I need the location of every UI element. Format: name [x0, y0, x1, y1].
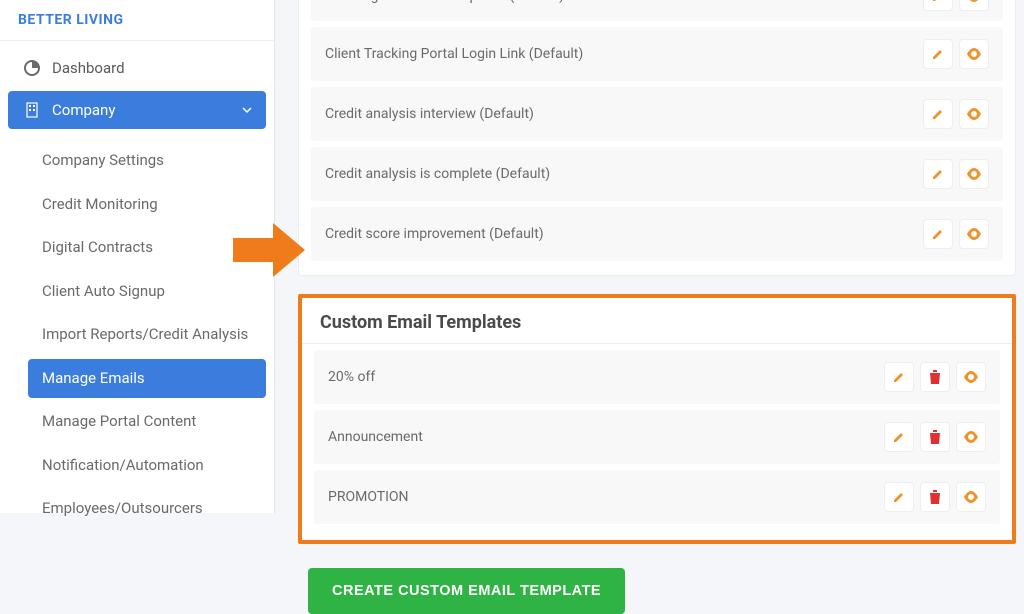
dashboard-icon — [22, 60, 42, 76]
building-icon — [22, 102, 42, 118]
custom-templates-title: Custom Email Templates — [302, 298, 1012, 344]
sidebar-item-notification-automation[interactable]: Notification/Automation — [28, 446, 266, 486]
sidebar-item-import-reports[interactable]: Import Reports/Credit Analysis — [28, 315, 266, 355]
sidebar-item-client-auto-signup[interactable]: Client Auto Signup — [28, 272, 266, 312]
nav-company[interactable]: Company — [8, 91, 266, 129]
template-name: Can't log into the client portal (Defaul… — [325, 0, 564, 4]
sidebar-item-company-settings[interactable]: Company Settings — [28, 141, 266, 181]
sidebar-item-credit-monitoring[interactable]: Credit Monitoring — [28, 185, 266, 225]
annotation-arrow-icon — [233, 223, 305, 281]
default-templates-panel: Can't log into the client portal (Defaul… — [298, 0, 1016, 276]
table-row: Can't log into the client portal (Defaul… — [311, 0, 1003, 21]
table-row: Credit score improvement (Default) — [311, 207, 1003, 261]
template-name: Client Tracking Portal Login Link (Defau… — [325, 46, 583, 62]
template-name: Announcement — [328, 429, 423, 445]
main-content: Can't log into the client portal (Defaul… — [290, 0, 1024, 513]
sidebar-item-manage-emails[interactable]: Manage Emails — [28, 359, 266, 399]
view-button[interactable] — [959, 159, 989, 189]
delete-button[interactable] — [920, 422, 950, 452]
edit-button[interactable] — [923, 39, 953, 69]
view-button[interactable] — [959, 219, 989, 249]
template-name: Credit analysis is complete (Default) — [325, 166, 550, 182]
view-button[interactable] — [956, 362, 986, 392]
view-button[interactable] — [959, 99, 989, 129]
chevron-down-icon — [242, 101, 252, 119]
edit-button[interactable] — [884, 362, 914, 392]
template-name: Credit score improvement (Default) — [325, 226, 544, 242]
view-button[interactable] — [959, 0, 989, 11]
template-name: 20% off — [328, 369, 375, 385]
delete-button[interactable] — [920, 362, 950, 392]
template-name: Credit analysis interview (Default) — [325, 106, 534, 122]
table-row: PROMOTION — [314, 470, 1000, 524]
view-button[interactable] — [956, 422, 986, 452]
table-row: 20% off — [314, 350, 1000, 404]
edit-button[interactable] — [923, 99, 953, 129]
table-row: Credit analysis interview (Default) — [311, 87, 1003, 141]
nav-dashboard-label: Dashboard — [52, 59, 125, 77]
nav-dashboard[interactable]: Dashboard — [8, 49, 266, 87]
table-row: Announcement — [314, 410, 1000, 464]
edit-button[interactable] — [884, 422, 914, 452]
edit-button[interactable] — [884, 482, 914, 512]
brand-title: BETTER LIVING — [0, 0, 274, 41]
edit-button[interactable] — [923, 159, 953, 189]
create-template-button[interactable]: CREATE CUSTOM EMAIL TEMPLATE — [308, 568, 625, 614]
edit-button[interactable] — [923, 219, 953, 249]
edit-button[interactable] — [923, 0, 953, 11]
nav-company-label: Company — [52, 101, 115, 119]
template-name: PROMOTION — [328, 489, 409, 505]
sidebar-item-employees-outsourcers[interactable]: Employees/Outsourcers — [28, 489, 266, 529]
sidebar-item-digital-contracts[interactable]: Digital Contracts — [28, 228, 266, 268]
delete-button[interactable] — [920, 482, 950, 512]
view-button[interactable] — [959, 39, 989, 69]
view-button[interactable] — [956, 482, 986, 512]
table-row: Credit analysis is complete (Default) — [311, 147, 1003, 201]
custom-templates-panel: Custom Email Templates 20% off Announcem… — [298, 294, 1016, 544]
sidebar-item-manage-portal-content[interactable]: Manage Portal Content — [28, 402, 266, 442]
table-row: Client Tracking Portal Login Link (Defau… — [311, 27, 1003, 81]
